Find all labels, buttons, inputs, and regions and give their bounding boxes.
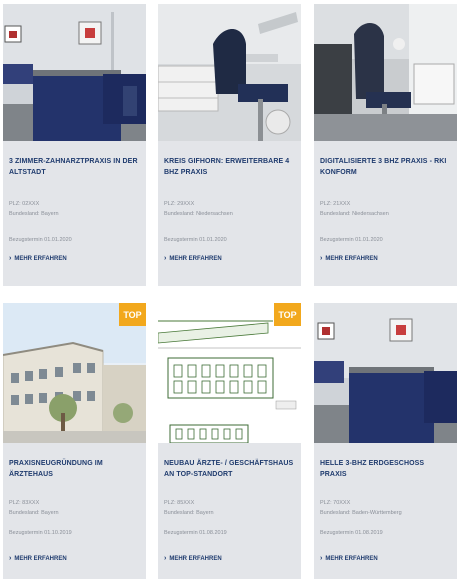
chevron-right-icon: ›	[9, 555, 12, 562]
more-link[interactable]: › MEHR ERFAHREN	[164, 255, 222, 262]
chevron-right-icon: ›	[320, 555, 323, 562]
listing-postcode: PLZ: 02XXX	[9, 201, 40, 207]
listing-state: Bundesland: Baden-Württemberg	[320, 510, 402, 516]
chevron-right-icon: ›	[9, 255, 12, 262]
more-link-label: MEHR ERFAHREN	[325, 555, 378, 562]
listing-state: Bundesland: Bayern	[9, 211, 59, 217]
listing-date: Bezugstermin 01.08.2019	[320, 530, 383, 536]
listing-date: Bezugstermin 01.01.2020	[164, 237, 227, 243]
listing-image[interactable]	[314, 303, 457, 443]
listing-title[interactable]: Neubau Ärzte- / Geschäftshaus an Top-Sta…	[164, 458, 295, 480]
more-link-label: MEHR ERFAHREN	[14, 255, 67, 262]
listing-postcode: PLZ: 85XXX	[164, 500, 195, 506]
listing-image[interactable]: TOP	[3, 303, 146, 443]
listing-card[interactable]: Helle 3-BHZ Erdgeschoss Praxis PLZ: 70XX…	[314, 303, 457, 579]
more-link[interactable]: › MEHR ERFAHREN	[320, 555, 378, 562]
listing-card[interactable]: Digitalisierte 3 BHZ Praxis - RKI konfor…	[314, 4, 457, 286]
listing-date: Bezugstermin 01.10.2019	[9, 530, 72, 536]
listing-image[interactable]	[314, 4, 457, 141]
listing-postcode: PLZ: 21XXX	[320, 201, 351, 207]
listing-card[interactable]: TOP Neubau Ärzte- / Geschäftshaus an Top…	[158, 303, 301, 579]
top-badge: TOP	[119, 303, 146, 326]
more-link-label: MEHR ERFAHREN	[325, 255, 378, 262]
chevron-right-icon: ›	[320, 255, 323, 262]
chevron-right-icon: ›	[164, 255, 167, 262]
more-link[interactable]: › MEHR ERFAHREN	[9, 555, 67, 562]
more-link[interactable]: › MEHR ERFAHREN	[164, 555, 222, 562]
listing-postcode: PLZ: 83XXX	[9, 500, 40, 506]
listing-date: Bezugstermin 01.01.2020	[9, 237, 72, 243]
more-link[interactable]: › MEHR ERFAHREN	[9, 255, 67, 262]
chevron-right-icon: ›	[164, 555, 167, 562]
listing-title[interactable]: Praxisneugründung im Ärztehaus	[9, 458, 140, 480]
more-link-label: MEHR ERFAHREN	[14, 555, 67, 562]
listing-state: Bundesland: Bayern	[9, 510, 59, 516]
more-link-label: MEHR ERFAHREN	[169, 555, 222, 562]
listing-postcode: PLZ: 70XXX	[320, 500, 351, 506]
more-link-label: MEHR ERFAHREN	[169, 255, 222, 262]
listing-title[interactable]: Helle 3-BHZ Erdgeschoss Praxis	[320, 458, 451, 480]
listing-title[interactable]: Kreis Gifhorn: erweiterbare 4 BHZ Praxis	[164, 156, 295, 178]
listing-image[interactable]	[158, 4, 301, 141]
listing-card[interactable]: Kreis Gifhorn: erweiterbare 4 BHZ Praxis…	[158, 4, 301, 286]
listing-postcode: PLZ: 29XXX	[164, 201, 195, 207]
listing-grid: 3 Zimmer-Zahnarztpraxis in der Altstadt …	[0, 0, 457, 583]
listing-image[interactable]	[3, 4, 146, 141]
listing-date: Bezugstermin 01.01.2020	[320, 237, 383, 243]
listing-state: Bundesland: Niedersachsen	[164, 211, 233, 217]
listing-image[interactable]: TOP	[158, 303, 301, 443]
listing-card[interactable]: 3 Zimmer-Zahnarztpraxis in der Altstadt …	[3, 4, 146, 286]
listing-card[interactable]: TOP Praxisneugründung im Ärztehaus PLZ: …	[3, 303, 146, 579]
listing-state: Bundesland: Bayern	[164, 510, 214, 516]
listing-title[interactable]: Digitalisierte 3 BHZ Praxis - RKI konfor…	[320, 156, 451, 178]
listing-date: Bezugstermin 01.08.2019	[164, 530, 227, 536]
more-link[interactable]: › MEHR ERFAHREN	[320, 255, 378, 262]
top-badge: TOP	[274, 303, 301, 326]
listing-title[interactable]: 3 Zimmer-Zahnarztpraxis in der Altstadt	[9, 156, 140, 178]
listing-state: Bundesland: Niedersachsen	[320, 211, 389, 217]
